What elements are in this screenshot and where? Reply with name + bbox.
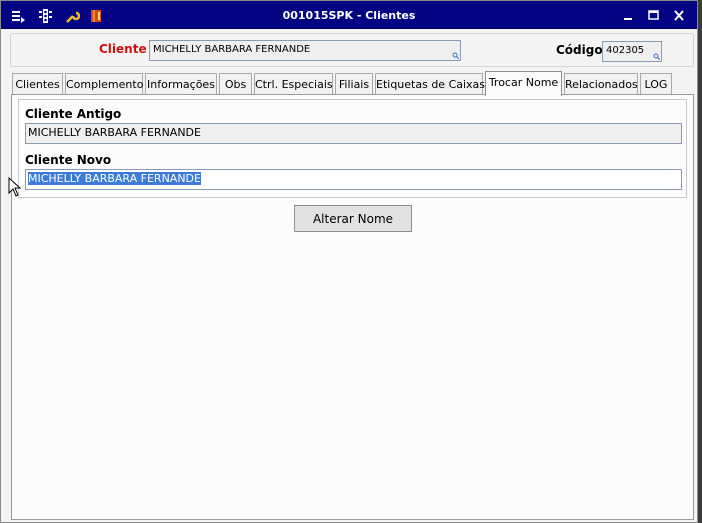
tab-log[interactable]: LOG [640,73,672,95]
cliente-label: Cliente [99,42,147,56]
mouse-cursor-icon [8,177,22,197]
tab-label: Trocar Nome [488,76,559,89]
clientes-window: 001015SPK - Clientes Cliente MICHELLY BA… [0,0,698,523]
close-icon[interactable] [669,8,689,23]
tab-relacionados[interactable]: Relacionados [564,73,638,95]
tab-label: Ctrl. Especiais [255,78,333,91]
lookup-icon[interactable] [452,52,459,59]
tab-label: Etiquetas de Caixas [376,78,486,91]
rename-group: Cliente Antigo MICHELLY BARBARA FERNANDE… [18,99,687,198]
background-edge [698,0,702,523]
trocar-nome-panel: Cliente Antigo MICHELLY BARBARA FERNANDE… [11,94,694,520]
codigo-value: 402305 [606,45,645,56]
codigo-label: Código [556,43,603,57]
tab-etiquetas-de-caixas[interactable]: Etiquetas de Caixas [375,73,486,95]
tab-filiais[interactable]: Filiais [335,73,373,95]
tab-strip: Clientes Complemento Informações Obs Ctr… [12,71,682,96]
codigo-field[interactable]: 402305 [602,41,662,62]
cliente-value: MICHELLY BARBARA FERNANDE [153,44,311,55]
minimize-icon[interactable] [618,8,638,23]
tab-label: Clientes [15,78,60,91]
new-name-input[interactable]: MICHELLY BARBARA FERNANDE [25,169,682,190]
alterar-nome-button[interactable]: Alterar Nome [294,205,412,232]
new-name-value: MICHELLY BARBARA FERNANDE [28,172,201,185]
cliente-field[interactable]: MICHELLY BARBARA FERNANDE [149,40,461,61]
tab-clientes[interactable]: Clientes [12,73,63,95]
tab-label: LOG [644,78,668,91]
tab-obs[interactable]: Obs [219,73,252,95]
maximize-icon[interactable] [643,8,663,23]
tab-label: Relacionados [565,78,638,91]
tab-trocar-nome[interactable]: Trocar Nome [485,71,562,96]
tab-ctrl-especiais[interactable]: Ctrl. Especiais [254,73,333,95]
lookup-icon[interactable] [653,53,660,60]
tab-informacoes[interactable]: Informações [145,73,217,95]
tab-complemento[interactable]: Complemento [65,73,143,95]
title-bar: 001015SPK - Clientes [1,1,697,29]
old-name-value: MICHELLY BARBARA FERNANDE [28,126,201,139]
old-name-field: MICHELLY BARBARA FERNANDE [25,123,682,144]
new-name-label: Cliente Novo [25,153,112,167]
tab-label: Informações [147,78,215,91]
tab-label: Filiais [338,78,370,91]
old-name-label: Cliente Antigo [25,107,122,121]
tab-label: Obs [224,78,247,91]
client-header: Cliente MICHELLY BARBARA FERNANDE Código… [10,33,694,67]
tab-label: Complemento [66,78,144,91]
window-title: 001015SPK - Clientes [282,9,416,22]
